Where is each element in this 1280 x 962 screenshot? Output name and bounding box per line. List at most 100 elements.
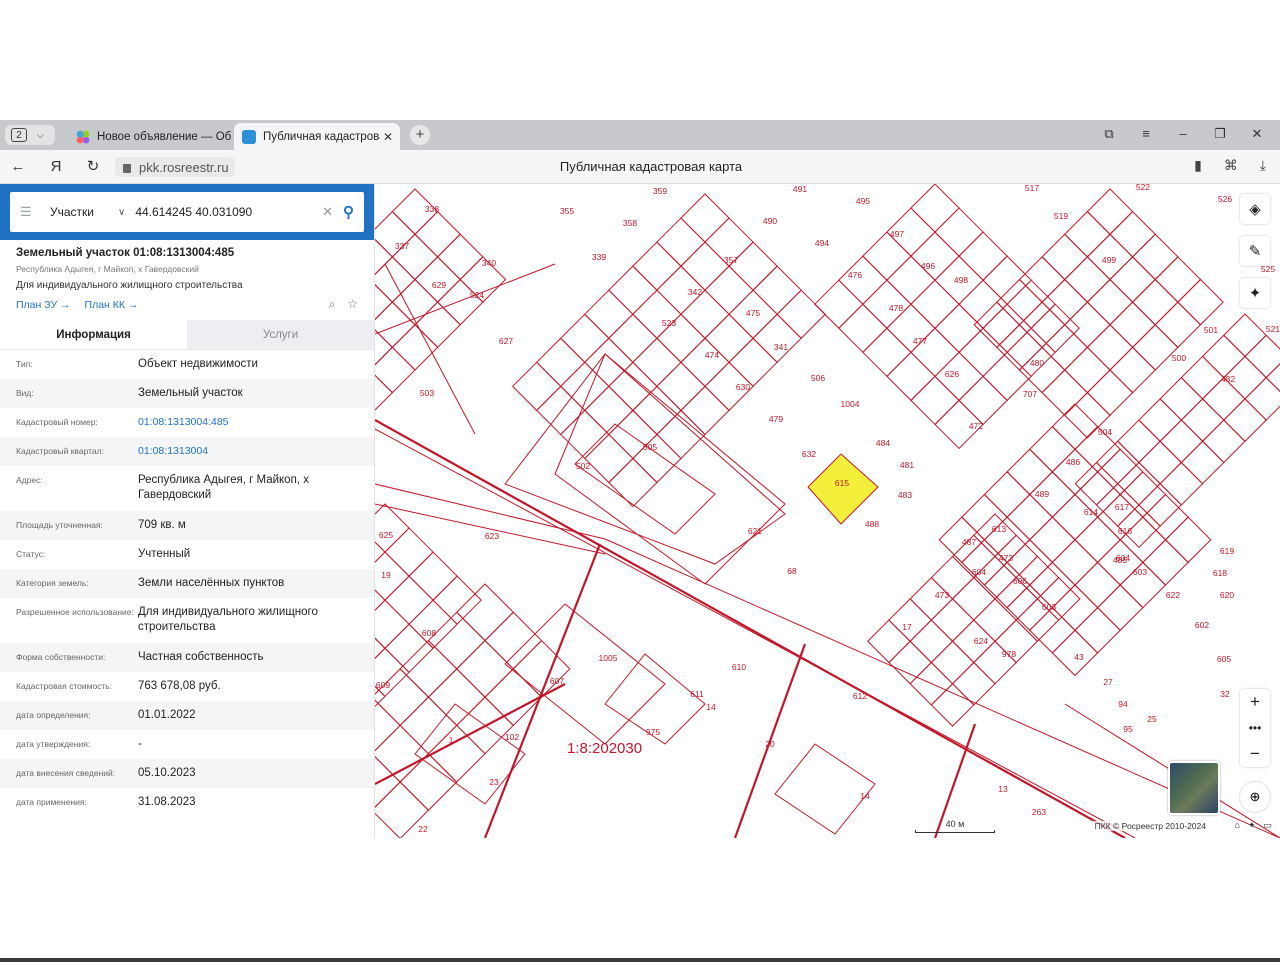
parcel-shape: [1086, 188, 1134, 235]
parcel-label: 337: [395, 241, 409, 251]
parcel-shape: [1006, 448, 1054, 496]
tab-counter-button[interactable]: 2 ⌵: [5, 125, 55, 145]
info-key: Вид:: [16, 388, 34, 398]
parcel-shape: [1086, 369, 1134, 416]
parcel-label: 501: [1204, 325, 1218, 335]
more-icon[interactable]: •••: [1240, 715, 1270, 741]
maximize-button[interactable]: ❐: [1211, 126, 1229, 142]
parcel-shape: [1041, 324, 1089, 371]
parcel-header: Земельный участок 01:08:1313004:485 Респ…: [0, 240, 374, 320]
parcel-shape: [1064, 301, 1111, 349]
tab-info[interactable]: Информация: [0, 320, 187, 349]
info-row: Категория земель: Земли населённых пункто…: [0, 569, 374, 598]
bottom-border: [0, 958, 1280, 962]
parcel-shape: [375, 637, 386, 659]
parcel-label: 523: [662, 318, 676, 328]
parcel-shape: [632, 385, 682, 436]
close-icon[interactable]: ✕: [380, 130, 396, 144]
info-key: дата внесения сведений:: [16, 768, 116, 778]
extensions-icon[interactable]: ⌘: [1224, 157, 1238, 174]
star-icon[interactable]: ☆: [347, 297, 358, 312]
map-canvas[interactable]: 338 355 359 491 495 517 522 526 337 340 358 490 494 4…: [375, 184, 1280, 838]
reload-button[interactable]: ↻: [83, 157, 103, 177]
collections-icon[interactable]: ⧉: [1100, 126, 1118, 142]
parcel-shape: [375, 329, 394, 366]
tab-new-listing[interactable]: Новое объявление — Об: [68, 123, 232, 150]
info-row: Площадь уточненная: 709 кв. м: [0, 511, 374, 540]
parcel-shape: [958, 375, 1008, 426]
parcel-shape: [1138, 398, 1183, 442]
parcel-label: 506: [811, 373, 825, 383]
info-row: Кадастровый квартал: 01:08:1313004: [0, 437, 374, 466]
parcel-label: 32: [1220, 689, 1230, 699]
info-value-link[interactable]: 01:08:1313004: [138, 437, 366, 459]
menu-icon[interactable]: ≡: [1137, 126, 1155, 142]
parcel-label: 619: [1220, 546, 1234, 556]
locate-icon[interactable]: ✦: [1240, 278, 1270, 308]
parcel-purpose: Для индивидуального жилищного строительс…: [16, 280, 243, 291]
yandex-icon[interactable]: Я: [46, 157, 66, 177]
info-key: Форма собственности:: [16, 652, 106, 662]
parcel-shape: [1109, 256, 1156, 303]
cadastral-map[interactable]: 338 355 359 491 495 517 522 526 337 340 358 490 494 4…: [375, 184, 1280, 838]
info-value: Частная собственность: [138, 651, 264, 663]
parcel-shape: [375, 699, 401, 752]
back-button[interactable]: ←: [8, 157, 28, 177]
parcel-shape: [1051, 403, 1099, 450]
info-value: 709 кв. м: [138, 519, 186, 531]
parcel-label: 102: [505, 732, 519, 742]
plan-zu-link[interactable]: План ЗУ →: [16, 299, 71, 311]
parcel-shape: [1041, 369, 1089, 416]
download-icon[interactable]: ⤓: [1260, 157, 1266, 174]
search-input[interactable]: 44.614245 40.031090: [135, 205, 322, 219]
clear-icon[interactable]: ✕: [322, 204, 333, 220]
parcel-label: 604: [1116, 553, 1130, 563]
satellite-layer-thumbnail[interactable]: [1168, 761, 1220, 815]
parcel-shape: [752, 313, 802, 363]
compass-icon[interactable]: ⊕: [1240, 782, 1270, 812]
search-type-select[interactable]: Участки: [50, 205, 118, 219]
zoom-to-icon[interactable]: ⌕: [329, 297, 336, 312]
menu-icon[interactable]: ☰: [20, 204, 34, 220]
parcel-shape: [574, 423, 716, 535]
parcel-label: 497: [890, 229, 904, 239]
info-value-link[interactable]: 01:08:1313004:485: [138, 408, 366, 430]
parcel-label: 95: [1123, 724, 1133, 734]
info-key: дата применения:: [16, 797, 87, 807]
parcel-shape: [608, 313, 658, 363]
pin-icon[interactable]: ✦: [1248, 820, 1256, 831]
info-value: Для индивидуального жилищного строительс…: [138, 606, 318, 633]
chevron-down-icon[interactable]: ∨: [118, 207, 125, 218]
parcel-shape: [536, 337, 586, 388]
parcel-shape: [1154, 256, 1202, 303]
zoom-out-button[interactable]: −: [1240, 741, 1270, 767]
close-window-button[interactable]: ✕: [1248, 126, 1266, 142]
search-icon[interactable]: ⚲: [343, 203, 354, 221]
screen-icon[interactable]: ▭: [1263, 820, 1272, 831]
parcel-label: 607: [550, 676, 564, 686]
parcel-label: 500: [1172, 353, 1186, 363]
parcel-label: 521: [1266, 324, 1280, 334]
info-key: дата утверждения:: [16, 739, 91, 749]
parcel-label: 486: [1066, 457, 1080, 467]
parcel-shape: [427, 724, 486, 783]
parcel-shape: [632, 289, 682, 339]
url-field[interactable]: pkk.rosreestr.ru: [115, 157, 235, 177]
plan-kk-link[interactable]: План КК →: [85, 299, 139, 311]
minimize-button[interactable]: –: [1174, 126, 1192, 142]
layers-icon[interactable]: ◈: [1240, 194, 1270, 224]
parcel-label: 621: [748, 526, 762, 536]
ruler-icon[interactable]: ✎: [1240, 236, 1270, 266]
tab-cadastral-map[interactable]: Публичная кадастрова ✕: [234, 123, 400, 150]
rosreestr-favicon-icon: [242, 129, 256, 144]
parcel-label: 263: [1032, 807, 1046, 817]
zoom-in-button[interactable]: +: [1240, 689, 1270, 715]
home-icon[interactable]: ⌂: [1235, 820, 1240, 831]
parcel-shape: [958, 279, 1008, 329]
tab-services[interactable]: Услуги: [187, 320, 374, 349]
avito-favicon-icon: [76, 129, 90, 144]
info-row: Адрес: Республика Адыгея, г Майкоп, х Гав…: [0, 466, 374, 511]
new-tab-button[interactable]: +: [410, 125, 430, 145]
bookmark-icon[interactable]: ▮: [1194, 157, 1202, 174]
collapse-panel-button[interactable]: ‹: [372, 202, 374, 222]
